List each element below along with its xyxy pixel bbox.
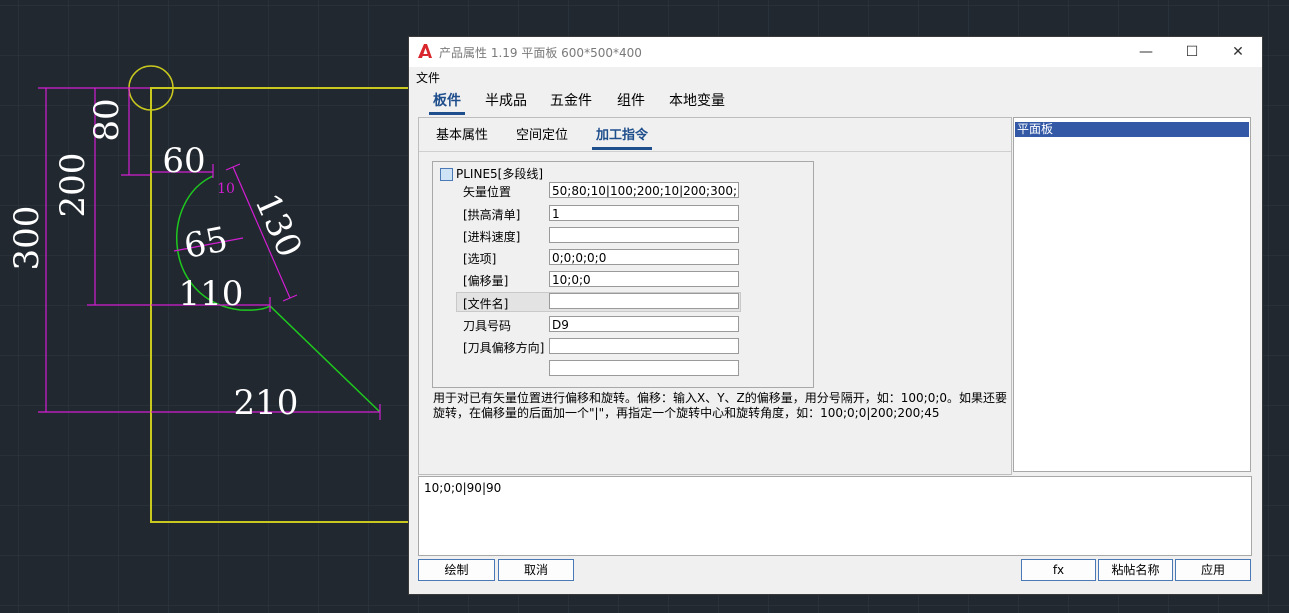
dimension-label-210: 210 [234, 383, 299, 423]
prop-label-vector-position: 矢量位置 [463, 185, 512, 199]
prop-label-feed-speed: [进料速度] [463, 230, 521, 244]
dimension-label-80: 80 [87, 98, 127, 141]
prop-label-arc-height-list: [拱高清单] [463, 208, 521, 222]
close-button[interactable]: ✕ [1215, 37, 1261, 67]
help-line-1: 用于对已有矢量位置进行偏移和旋转。偏移：输入X、Y、Z的偏移量，用分号隔开，如：… [433, 391, 1008, 405]
property-group: PLINE5[多段线] 矢量位置 50;80;10|100;200;10|200… [432, 161, 814, 388]
product-properties-window: 产品属性 1.19 平面板 600*500*400 — ☐ ✕ 文件 板件 半成… [408, 36, 1263, 595]
prop-input-offset[interactable]: 10;0;0 [549, 271, 739, 287]
title-bar[interactable]: 产品属性 1.19 平面板 600*500*400 — ☐ ✕ [409, 37, 1262, 67]
group-checkbox[interactable] [440, 168, 453, 181]
prop-input-tool-number[interactable]: D9 [549, 316, 739, 332]
prop-input-options[interactable]: 0;0;0;0;0 [549, 249, 739, 265]
fx-button[interactable]: fx [1021, 559, 1096, 581]
prop-input-tool-offset-direction[interactable] [549, 338, 739, 354]
prop-label-offset: [偏移量] [463, 274, 509, 288]
tab-basic-properties[interactable]: 基本属性 [436, 124, 488, 150]
tab-local-variables[interactable]: 本地变量 [669, 89, 725, 115]
menu-file[interactable]: 文件 [416, 69, 440, 86]
minimize-button[interactable]: — [1123, 37, 1169, 67]
list-item-selected[interactable]: 平面板 [1015, 122, 1249, 137]
paste-name-button[interactable]: 粘帖名称 [1098, 559, 1173, 581]
tab-panel[interactable]: 板件 [429, 89, 465, 115]
app-logo-icon [418, 44, 432, 58]
prop-input-feed-speed[interactable] [549, 227, 739, 243]
prop-label-tool-number: 刀具号码 [463, 319, 512, 333]
draw-button[interactable]: 绘制 [418, 559, 495, 581]
tab-semi-finished[interactable]: 半成品 [485, 89, 527, 115]
help-line-2: 旋转，在偏移量的后面加一个"|"，再指定一个旋转中心和旋转角度，如：100;0;… [433, 406, 940, 420]
dimension-label-110: 110 [179, 274, 244, 314]
dimension-label-65: 65 [181, 219, 231, 267]
group-title: PLINE5[多段线] [456, 167, 544, 181]
dimension-label-60: 60 [162, 141, 205, 181]
dimension-label-10: 10 [217, 181, 235, 197]
dimension-label-300: 300 [7, 206, 47, 271]
prop-label-options: [选项] [463, 252, 497, 266]
maximize-button[interactable]: ☐ [1169, 37, 1215, 67]
prop-label-file-name: [文件名] [463, 297, 509, 311]
cancel-button[interactable]: 取消 [498, 559, 574, 581]
tab-assembly[interactable]: 组件 [617, 89, 645, 115]
prop-input-arc-height-list[interactable]: 1 [549, 205, 739, 221]
apply-button[interactable]: 应用 [1175, 559, 1251, 581]
prop-label-tool-offset-direction: [刀具偏移方向] [463, 341, 545, 355]
dimension-label-200: 200 [53, 153, 93, 218]
help-description: 用于对已有矢量位置进行偏移和旋转。偏移：输入X、Y、Z的偏移量，用分号隔开，如：… [433, 391, 1013, 421]
subtab-divider [419, 151, 1011, 152]
command-textarea[interactable]: 10;0;0|90|90 [418, 476, 1252, 556]
prop-input-empty[interactable] [549, 360, 739, 376]
left-panel: 基本属性 空间定位 加工指令 PLINE5[多段线] 矢量位置 50;80;10… [418, 117, 1012, 475]
tab-spatial-position[interactable]: 空间定位 [516, 124, 568, 150]
tab-hardware[interactable]: 五金件 [550, 89, 592, 115]
prop-input-vector-position[interactable]: 50;80;10|100;200;10|200;300;10 [549, 182, 739, 198]
menu-bar: 文件 [409, 67, 1262, 87]
tab-machining-commands[interactable]: 加工指令 [591, 124, 653, 150]
object-list[interactable]: 平面板 [1013, 117, 1251, 472]
window-title: 产品属性 1.19 平面板 600*500*400 [439, 46, 642, 60]
command-text: 10;0;0|90|90 [424, 481, 502, 495]
prop-input-file-name[interactable] [549, 293, 739, 309]
